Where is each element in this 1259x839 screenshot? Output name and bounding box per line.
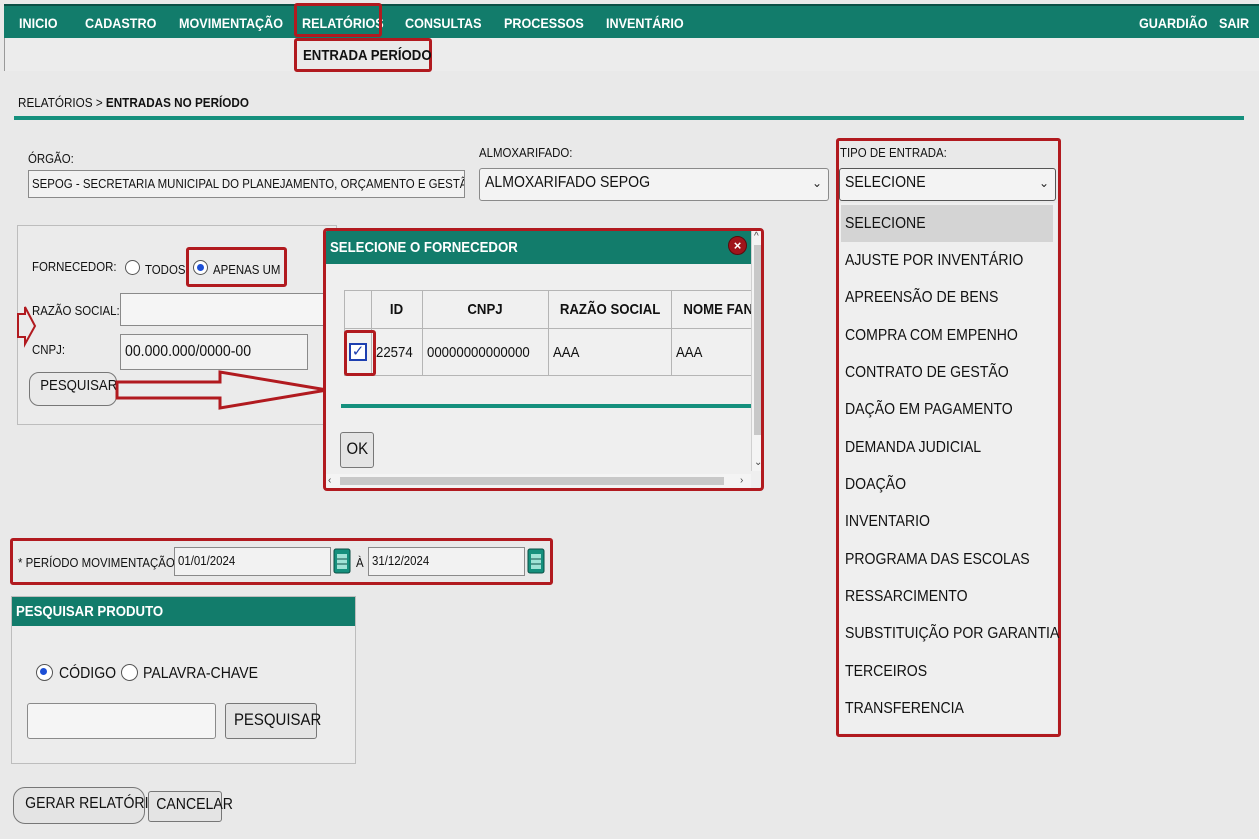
option-ajuste-inventario[interactable]: AJUSTE POR INVENTÁRIO xyxy=(845,252,1023,270)
nav-inicio[interactable]: INICIO xyxy=(19,15,58,31)
tipo-entrada-dropdown-list: SELECIONE AJUSTE POR INVENTÁRIO APREENSÃ… xyxy=(839,203,1059,733)
col-checkbox xyxy=(344,290,372,329)
option-inventario[interactable]: INVENTARIO xyxy=(845,513,930,531)
produto-search-button[interactable]: PESQUISAR xyxy=(225,703,321,739)
top-nav-bar: INICIO CADASTRO MOVIMENTAÇÃO RELATÓRIOS … xyxy=(4,4,1259,38)
right-arrow-icon xyxy=(115,370,328,410)
breadcrumb-separator: > xyxy=(95,95,103,110)
ok-button[interactable]: OK xyxy=(340,432,374,468)
periodo-separator: À xyxy=(356,555,364,570)
breadcrumb: RELATÓRIOS > ENTRADAS NO PERÍODO xyxy=(18,95,249,110)
vertical-scrollbar[interactable]: ^ ⌄ xyxy=(751,231,761,471)
submenu-entrada-periodo[interactable]: ENTRADA PERÍODO xyxy=(294,38,432,72)
periodo-end-input[interactable]: 31/12/2024 xyxy=(368,547,525,576)
horizontal-scrollbar[interactable]: ‹ › xyxy=(326,474,751,488)
radio-todos-label: TODOS xyxy=(145,262,186,277)
gerar-relatorio-button[interactable]: GERAR RELATÓRIO xyxy=(13,787,159,824)
option-selecione[interactable]: SELECIONE xyxy=(845,215,926,233)
table-header-row: ID CNPJ RAZÃO SOCIAL NOME FANTASIA xyxy=(344,290,761,329)
scroll-up-icon[interactable]: ^ xyxy=(754,231,759,242)
option-programa-escolas[interactable]: PROGRAMA DAS ESCOLAS xyxy=(845,551,1030,569)
option-transferencia[interactable]: TRANSFERENCIA xyxy=(845,700,964,718)
table-row[interactable]: ✓ 22574 00000000000000 AAA AAA xyxy=(344,328,761,376)
col-id: ID xyxy=(371,290,423,329)
option-substituicao-garantia[interactable]: SUBSTITUIÇÃO POR GARANTIA xyxy=(845,625,1059,643)
razao-social-label: RAZÃO SOCIAL: xyxy=(32,303,120,318)
almoxarifado-select[interactable]: ALMOXARIFADO SEPOG ⌄ xyxy=(479,168,829,201)
cnpj-input[interactable]: 00.000.000/0000-00 xyxy=(120,334,308,370)
option-doacao[interactable]: DOAÇÃO xyxy=(845,476,906,494)
scroll-down-icon[interactable]: ⌄ xyxy=(754,457,761,468)
radio-palavra-chave[interactable] xyxy=(121,664,138,681)
nav-guardiao[interactable]: GUARDIÃO xyxy=(1139,15,1208,31)
scroll-right-icon[interactable]: › xyxy=(740,475,743,486)
nav-cadastro[interactable]: CADASTRO xyxy=(85,15,156,31)
nav-movimentacao[interactable]: MOVIMENTAÇÃO xyxy=(179,15,283,31)
pesquisar-produto-panel: PESQUISAR PRODUTO CÓDIGO PALAVRA-CHAVE P… xyxy=(11,596,356,764)
option-demanda-judicial[interactable]: DEMANDA JUDICIAL xyxy=(845,439,981,457)
chevron-down-icon: ⌄ xyxy=(1038,176,1049,190)
nav-sair[interactable]: SAIR xyxy=(1219,15,1249,31)
nav-processos[interactable]: PROCESSOS xyxy=(504,15,584,31)
radio-codigo-label: CÓDIGO xyxy=(59,665,117,682)
breadcrumb-root[interactable]: RELATÓRIOS xyxy=(18,95,93,110)
relatorios-highlight xyxy=(294,3,382,37)
periodo-label: * PERÍODO MOVIMENTAÇÃO: xyxy=(18,555,178,570)
radio-todos[interactable] xyxy=(125,260,140,275)
fornecedor-search-button[interactable]: PESQUISAR xyxy=(29,372,117,406)
radio-palavra-chave-label: PALAVRA-CHAVE xyxy=(143,665,259,682)
nav-consultas[interactable]: CONSULTAS xyxy=(405,15,482,31)
selecione-fornecedor-modal: SELECIONE O FORNECEDOR × ID CNPJ RAZÃO S… xyxy=(323,228,764,491)
produto-header: PESQUISAR PRODUTO xyxy=(12,597,355,626)
fornecedor-table: ID CNPJ RAZÃO SOCIAL NOME FANTASIA ✓ 225… xyxy=(344,290,761,376)
produto-search-input[interactable] xyxy=(27,703,216,739)
apenas-um-highlight xyxy=(186,247,287,287)
option-compra-empenho[interactable]: COMPRA COM EMPENHO xyxy=(845,327,1018,345)
close-icon[interactable]: × xyxy=(728,236,747,255)
cell-cnpj: 00000000000000 xyxy=(421,328,549,376)
razao-social-input[interactable] xyxy=(120,293,330,326)
periodo-start-input[interactable]: 01/01/2024 xyxy=(174,547,331,576)
modal-divider xyxy=(341,404,751,408)
option-apreensao-bens[interactable]: APREENSÃO DE BENS xyxy=(845,289,998,307)
cell-id: 22574 xyxy=(371,328,423,376)
submenu-strip xyxy=(4,38,1259,71)
scroll-thumb[interactable] xyxy=(754,245,761,435)
orgao-field: SEPOG - SECRETARIA MUNICIPAL DO PLANEJAM… xyxy=(28,170,465,198)
tipo-entrada-select[interactable]: SELECIONE ⌄ xyxy=(839,168,1056,201)
checkbox-highlight xyxy=(344,330,376,376)
nav-inventario[interactable]: INVENTÁRIO xyxy=(606,15,684,31)
cancelar-button[interactable]: CANCELAR xyxy=(148,791,233,822)
fornecedor-label: FORNECEDOR: xyxy=(32,259,117,274)
left-arrow-icon xyxy=(17,306,37,348)
section-divider xyxy=(14,116,1244,120)
chevron-down-icon: ⌄ xyxy=(811,176,822,190)
col-razao-social: RAZÃO SOCIAL xyxy=(547,290,672,329)
cell-razao-social: AAA xyxy=(547,328,672,376)
option-contrato-gestao[interactable]: CONTRATO DE GESTÃO xyxy=(845,364,1009,382)
breadcrumb-current: ENTRADAS NO PERÍODO xyxy=(105,95,249,110)
modal-header: SELECIONE O FORNECEDOR xyxy=(326,231,751,264)
col-cnpj: CNPJ xyxy=(421,290,549,329)
tipo-entrada-label: TIPO DE ENTRADA: xyxy=(840,145,947,160)
option-dacao-pagamento[interactable]: DAÇÃO EM PAGAMENTO xyxy=(845,401,1013,419)
scroll-thumb[interactable] xyxy=(340,477,724,485)
calendar-icon[interactable] xyxy=(527,548,545,574)
radio-codigo[interactable] xyxy=(36,664,53,681)
orgao-label: ÓRGÃO: xyxy=(28,151,74,166)
scroll-left-icon[interactable]: ‹ xyxy=(328,475,331,486)
option-terceiros[interactable]: TERCEIROS xyxy=(845,663,927,681)
option-ressarcimento[interactable]: RESSARCIMENTO xyxy=(845,588,968,606)
calendar-icon[interactable] xyxy=(333,548,351,574)
almoxarifado-label: ALMOXARIFADO: xyxy=(479,145,573,160)
